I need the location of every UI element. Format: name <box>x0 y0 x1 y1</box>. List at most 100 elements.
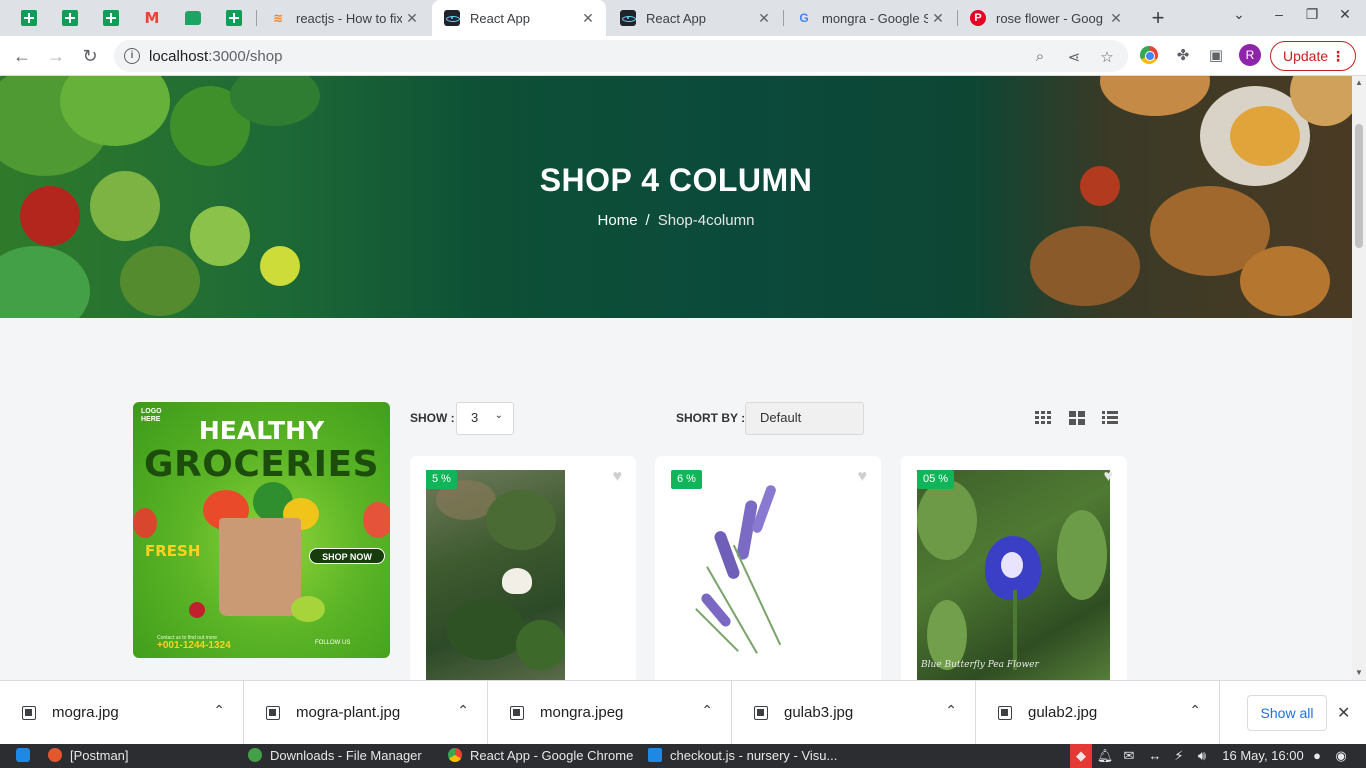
pinterest-icon: P <box>970 10 986 26</box>
banner-follow-text: FOLLOW US <box>315 640 351 646</box>
wishlist-heart-icon[interactable]: ♥ <box>1104 468 1114 486</box>
chevron-up-icon[interactable]: ⌃ <box>457 702 469 719</box>
taskbar-item-file-manager[interactable]: Downloads - File Manager <box>248 744 422 768</box>
new-tab-button[interactable]: + <box>1146 4 1170 32</box>
download-item[interactable]: mogra.jpg ⌃ <box>0 681 244 745</box>
pinned-tab-sheets[interactable] <box>15 6 43 30</box>
start-menu-button[interactable] <box>16 744 38 768</box>
hero-decoration <box>120 246 200 316</box>
zoom-icon[interactable]: ⌕ <box>1030 48 1050 65</box>
product-card[interactable]: 6 % ♥ <box>655 456 881 680</box>
product-card[interactable]: Blue Butterfly Pea Flower 05 % ♥ <box>901 456 1127 680</box>
pinned-tab-sheets[interactable] <box>97 6 125 30</box>
close-tab-icon[interactable]: ✕ <box>578 10 598 27</box>
back-icon[interactable]: ← <box>10 44 34 68</box>
chevron-up-icon[interactable]: ⌃ <box>1189 702 1201 719</box>
sort-by-select[interactable]: Default <box>745 402 864 435</box>
close-tab-icon[interactable]: ✕ <box>928 10 948 27</box>
breadcrumb-current: Shop-4column <box>657 212 755 229</box>
extensions-puzzle-icon[interactable]: ✤ <box>1173 46 1193 66</box>
taskbar-item-chrome[interactable]: React App - Google Chrome <box>448 744 633 768</box>
tab-google-search[interactable]: G mongra - Google S ✕ <box>784 0 956 36</box>
google-icon: G <box>799 11 809 25</box>
volume-icon[interactable]: 🔊︎ <box>1192 744 1212 768</box>
wishlist-heart-icon[interactable]: ♥ <box>613 468 623 486</box>
tab-search-icon[interactable]: ⌄ <box>1227 6 1251 23</box>
grocery-bag-illustration <box>219 518 301 616</box>
scroll-down-icon[interactable]: ▼ <box>1355 668 1363 677</box>
wishlist-heart-icon[interactable]: ♥ <box>858 468 868 486</box>
product-image-butterfly-pea[interactable]: Blue Butterfly Pea Flower <box>917 470 1110 680</box>
chevron-up-icon[interactable]: ⌃ <box>701 702 713 719</box>
download-item[interactable]: gulab2.jpg ⌃ <box>976 681 1220 745</box>
power-icon[interactable]: ⚡ <box>1170 744 1188 768</box>
pinned-tab-sheets[interactable] <box>220 6 248 30</box>
chevron-up-icon[interactable]: ⌃ <box>945 702 957 719</box>
profile-avatar[interactable]: R <box>1239 44 1261 66</box>
address-bar[interactable]: i localhost:3000/shop ⌕ ⋖ ☆ <box>114 40 1128 72</box>
banner-fresh-label: FRESH <box>145 542 201 560</box>
chevron-up-icon[interactable]: ⌃ <box>213 702 225 719</box>
breadcrumb-home-link[interactable]: Home <box>598 212 638 229</box>
side-panel-icon[interactable]: ▣ <box>1206 46 1226 66</box>
close-downloads-icon[interactable]: ✕ <box>1337 703 1350 723</box>
scrollbar-thumb[interactable] <box>1355 124 1363 248</box>
list-view-icon[interactable] <box>1102 411 1118 425</box>
scroll-up-icon[interactable]: ▲ <box>1355 78 1363 87</box>
restore-icon[interactable]: ❐ <box>1300 6 1324 23</box>
steam-tray-icon[interactable]: ● <box>1308 744 1326 768</box>
update-button[interactable]: Update ⋮ <box>1270 41 1356 71</box>
image-file-icon <box>22 706 36 720</box>
product-image-magnolia[interactable] <box>426 470 565 680</box>
taskbar-item-postman[interactable]: [Postman] <box>48 744 129 768</box>
close-tab-icon[interactable]: ✕ <box>1106 10 1126 27</box>
taskbar-item-label: React App - Google Chrome <box>470 748 634 763</box>
share-icon[interactable]: ⋖ <box>1064 48 1084 66</box>
download-item[interactable]: gulab3.jpg ⌃ <box>732 681 976 745</box>
close-tab-icon[interactable]: ✕ <box>754 10 774 27</box>
sidebar-promo-banner[interactable]: LOGO HERE HEALTHY GROCERIES FRESH SHOP NO… <box>133 402 390 658</box>
product-image-lavender[interactable] <box>671 470 865 680</box>
download-item[interactable]: mongra.jpeg ⌃ <box>488 681 732 745</box>
show-count-select[interactable]: 3 ⌄ <box>456 402 514 435</box>
notification-bell-icon[interactable]: 🔔︎ <box>1096 744 1114 768</box>
taskbar-item-vscode[interactable]: checkout.js - nursery - Visu... <box>648 744 837 768</box>
minimize-icon[interactable]: – <box>1267 6 1291 22</box>
anydesk-tray-icon[interactable]: ◆ <box>1070 744 1092 768</box>
pinned-tab-chat[interactable] <box>179 6 207 30</box>
pinned-tab-gmail[interactable]: M <box>138 6 166 30</box>
pinned-tab-sheets[interactable] <box>56 6 84 30</box>
chrome-tray-icon[interactable]: ◉ <box>1332 744 1350 768</box>
produce-illustration <box>363 502 390 538</box>
hero-decoration <box>1100 76 1210 116</box>
bookmark-star-icon[interactable]: ☆ <box>1097 48 1117 66</box>
url-text[interactable]: localhost:3000/shop <box>149 48 282 65</box>
show-all-downloads-button[interactable]: Show all <box>1247 695 1327 731</box>
forward-icon[interactable]: → <box>44 44 68 68</box>
taskbar-item-label: Downloads - File Manager <box>270 748 422 763</box>
show-count-value: 3 <box>471 410 479 425</box>
product-card[interactable]: 5 % ♥ <box>410 456 636 680</box>
site-info-icon[interactable]: i <box>124 48 140 64</box>
tab-react-app[interactable]: React App ✕ <box>608 0 782 36</box>
shop-now-button[interactable]: SHOP NOW <box>309 548 385 564</box>
clock[interactable]: 16 May, 16:00 <box>1222 744 1304 768</box>
tab-react-app-active[interactable]: React App ✕ <box>432 0 606 36</box>
tab-pinterest[interactable]: P rose flower - Goog ✕ <box>958 0 1134 36</box>
tab-stackoverflow[interactable]: ≋ reactjs - How to fix ✕ <box>258 0 430 36</box>
mail-icon[interactable]: ✉ <box>1120 744 1138 768</box>
page-scrollbar[interactable]: ▲ ▼ <box>1352 76 1366 680</box>
tab-title: rose flower - Goog <box>996 10 1103 26</box>
grid-4-view-icon[interactable] <box>1035 411 1051 425</box>
banner-phone: +001-1244-1324 <box>157 640 231 651</box>
close-window-icon[interactable]: ✕ <box>1333 6 1357 23</box>
grid-2-view-icon[interactable] <box>1069 411 1085 425</box>
network-icon[interactable]: ↔ <box>1144 744 1166 768</box>
reload-icon[interactable]: ↻ <box>78 44 102 68</box>
taskbar-item-label: [Postman] <box>70 748 129 763</box>
download-item[interactable]: mogra-plant.jpg ⌃ <box>244 681 488 745</box>
extension-chrome-icon[interactable] <box>1140 46 1160 66</box>
tab-title: React App <box>646 10 706 26</box>
close-tab-icon[interactable]: ✕ <box>402 10 422 27</box>
tab-title: reactjs - How to fix <box>296 10 402 26</box>
